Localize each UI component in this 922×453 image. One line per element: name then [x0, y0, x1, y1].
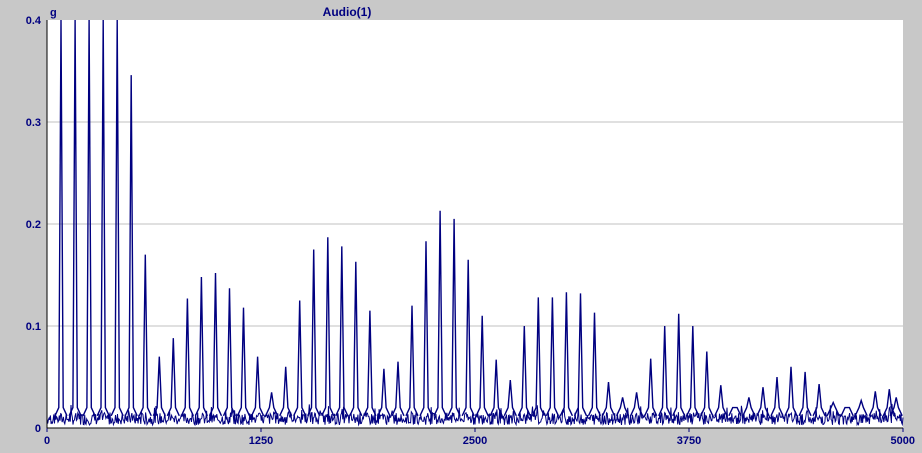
x-tick-label: 3750 — [677, 435, 701, 447]
y-tick-label: 0.2 — [26, 219, 41, 231]
y-axis-label: g — [50, 7, 57, 19]
y-tick-label: 0 — [35, 423, 41, 435]
x-tick-label: 1250 — [249, 435, 273, 447]
y-tick-label: 0.4 — [26, 15, 42, 27]
x-tick-label: 0 — [44, 435, 50, 447]
y-tick-label: 0.1 — [26, 321, 41, 333]
x-tick-label: 2500 — [463, 435, 487, 447]
y-tick-label: 0.3 — [26, 117, 41, 129]
spectrum-chart: Audio(1) 0 0.1 0.2 0.3 0.4 0 1250 2500 3750 5000 g — [0, 0, 922, 453]
chart-plot-svg: 0 0.1 0.2 0.3 0.4 0 1250 2500 3750 5000 g — [26, 7, 915, 447]
x-tick-label: 5000 — [891, 435, 915, 447]
